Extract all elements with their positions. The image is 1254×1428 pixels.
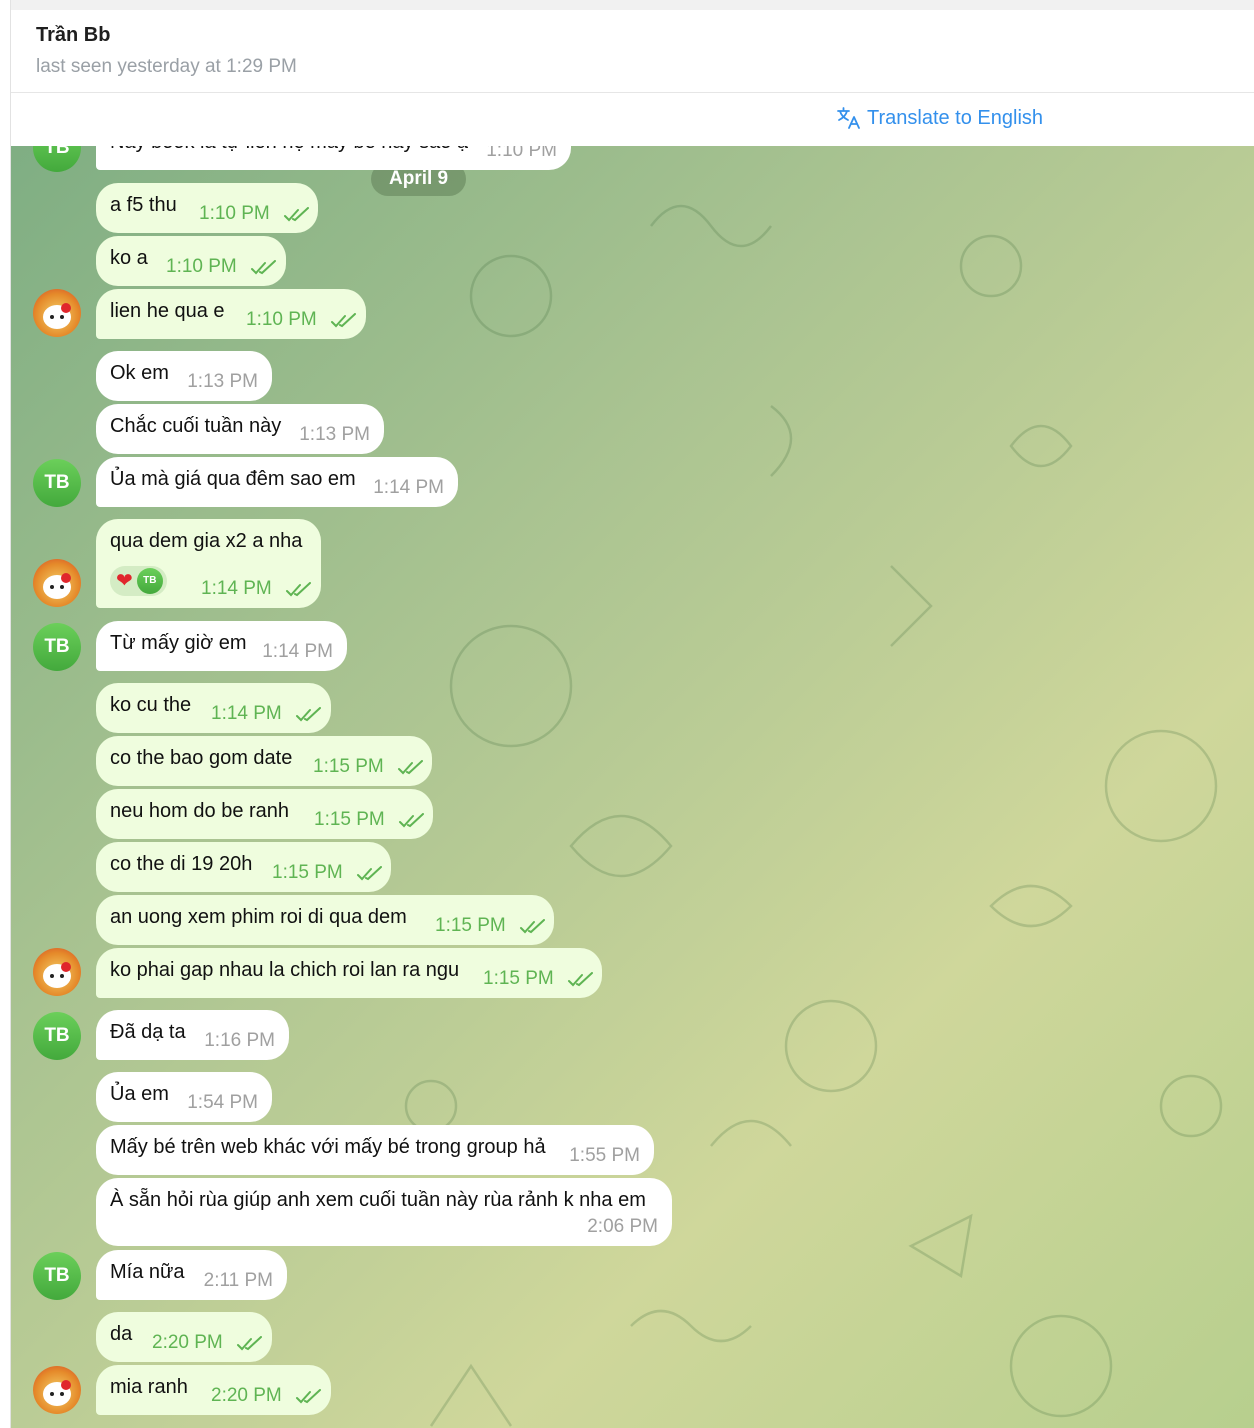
message-text: Ủa em	[110, 1083, 169, 1105]
avatar-tb[interactable]: TB	[33, 459, 81, 507]
message-text: Ok em	[110, 362, 169, 384]
message-time: 1:15 PM	[435, 915, 506, 936]
translate-bar: Translate to English	[11, 93, 1254, 146]
read-checkmarks-icon	[520, 919, 545, 934]
window-top-strip	[0, 0, 1254, 10]
message-time: 1:15 PM	[483, 968, 554, 989]
message-text: da	[110, 1323, 133, 1345]
message-time: 1:14 PM	[201, 578, 272, 599]
message-bubble[interactable]: an uong xem phim roi di qua dem 1:15 PM	[96, 895, 554, 945]
message-text: co the di 19 20h	[110, 853, 253, 875]
message-time: 1:10 PM	[486, 146, 557, 161]
message-bubble[interactable]: Này book là tự liên hệ mấy bé hay sao ạ …	[96, 146, 571, 170]
avatar-tb[interactable]: TB	[33, 623, 81, 671]
message-text: Đã dạ ta	[110, 1021, 186, 1043]
message-time: 1:14 PM	[262, 641, 333, 662]
avatar-self[interactable]	[33, 559, 81, 607]
read-checkmarks-icon	[237, 1336, 262, 1351]
message-bubble[interactable]: À sẵn hỏi rùa giúp anh xem cuối tuần này…	[96, 1178, 672, 1246]
message-text: neu hom do be ranh	[110, 800, 290, 822]
message-text: ko a	[110, 247, 148, 269]
reaction-user-avatar: TB	[136, 568, 163, 594]
message-time: 1:15 PM	[313, 756, 384, 777]
message-bubble[interactable]: mia ranh 2:20 PM	[96, 1365, 331, 1415]
message-bubble[interactable]: Ủa mà giá qua đêm sao em 1:14 PM	[96, 457, 458, 507]
translate-button[interactable]: Translate to English	[835, 105, 1043, 131]
message-bubble[interactable]: Đã dạ ta 1:16 PM	[96, 1010, 289, 1060]
message-time: 1:13 PM	[299, 424, 370, 445]
chat-area[interactable]: April 9 TB Này book là tự liên hệ mấy bé…	[11, 146, 1254, 1428]
avatar-self[interactable]	[33, 948, 81, 996]
message-bubble[interactable]: lien he qua e 1:10 PM	[96, 289, 366, 339]
message-time: 1:16 PM	[204, 1030, 275, 1051]
message-text: Này book là tự liên hệ mấy bé hay sao ạ	[110, 146, 468, 154]
message-time: 1:10 PM	[246, 309, 317, 330]
message-bubble[interactable]: Từ mấy giờ em 1:14 PM	[96, 621, 347, 671]
message-time: 1:15 PM	[272, 862, 343, 883]
message-bubble[interactable]: qua dem gia x2 a nha ❤ TB 1:14 PM	[96, 519, 321, 608]
message-bubble[interactable]: Mía nữa 2:11 PM	[96, 1250, 287, 1300]
message-time: 2:06 PM	[587, 1216, 658, 1237]
message-time: 1:10 PM	[166, 256, 237, 277]
message-bubble[interactable]: ko a 1:10 PM	[96, 236, 286, 286]
message-time: 1:15 PM	[314, 809, 385, 830]
message-bubble[interactable]: neu hom do be ranh 1:15 PM	[96, 789, 433, 839]
contact-status: last seen yesterday at 1:29 PM	[36, 56, 297, 77]
translate-icon	[837, 107, 860, 129]
read-checkmarks-icon	[284, 207, 309, 222]
message-text: Chắc cuối tuần này	[110, 415, 282, 437]
message-text: qua dem gia x2 a nha	[110, 530, 303, 552]
message-bubble[interactable]: ko cu the 1:14 PM	[96, 683, 331, 733]
message-text: Từ mấy giờ em	[110, 632, 247, 654]
message-bubble[interactable]: a f5 thu 1:10 PM	[96, 183, 318, 233]
read-checkmarks-icon	[251, 260, 276, 275]
avatar-self[interactable]	[33, 289, 81, 337]
read-checkmarks-icon	[296, 707, 321, 722]
message-time: 1:10 PM	[199, 203, 270, 224]
message-text: À sẵn hỏi rùa giúp anh xem cuối tuần này…	[110, 1189, 646, 1211]
message-time: 2:20 PM	[211, 1385, 282, 1406]
message-text: ko phai gap nhau la chich roi lan ra ngu	[110, 959, 460, 981]
message-bubble[interactable]: co the bao gom date 1:15 PM	[96, 736, 432, 786]
read-checkmarks-icon	[286, 582, 311, 597]
message-text: lien he qua e	[110, 300, 225, 322]
message-text: mia ranh	[110, 1376, 188, 1398]
message-time: 1:14 PM	[373, 477, 444, 498]
message-bubble[interactable]: Mấy bé trên web khác với mấy bé trong gr…	[96, 1125, 654, 1175]
translate-label: Translate to English	[867, 106, 1044, 129]
message-time: 2:20 PM	[152, 1332, 223, 1353]
message-text: an uong xem phim roi di qua dem	[110, 906, 407, 928]
message-time: 1:55 PM	[569, 1145, 640, 1166]
message-bubble[interactable]: Ok em 1:13 PM	[96, 351, 272, 401]
read-checkmarks-icon	[331, 313, 356, 328]
message-text: a f5 thu	[110, 194, 177, 216]
message-text: co the bao gom date	[110, 747, 293, 769]
message-text: Mấy bé trên web khác với mấy bé trong gr…	[110, 1136, 546, 1158]
heart-reaction-icon: ❤	[116, 570, 133, 592]
message-bubble[interactable]: co the di 19 20h 1:15 PM	[96, 842, 391, 892]
read-checkmarks-icon	[296, 1389, 321, 1404]
message-time: 2:11 PM	[203, 1270, 273, 1291]
message-bubble[interactable]: da 2:20 PM	[96, 1312, 272, 1362]
contact-name[interactable]: Trần Bb	[36, 24, 110, 47]
message-bubble[interactable]: ko phai gap nhau la chich roi lan ra ngu…	[96, 948, 602, 998]
avatar-tb[interactable]: TB	[33, 1252, 81, 1300]
read-checkmarks-icon	[568, 972, 593, 987]
chat-header[interactable]: Trần Bb last seen yesterday at 1:29 PM	[11, 10, 1254, 93]
left-panel-edge	[0, 0, 11, 1428]
read-checkmarks-icon	[357, 866, 382, 881]
message-text: Ủa mà giá qua đêm sao em	[110, 468, 356, 490]
message-text: Mía nữa	[110, 1261, 185, 1283]
read-checkmarks-icon	[398, 760, 423, 775]
message-text: ko cu the	[110, 694, 192, 716]
avatar-self[interactable]	[33, 1366, 81, 1414]
message-bubble[interactable]: Ủa em 1:54 PM	[96, 1072, 272, 1122]
message-time: 1:54 PM	[187, 1092, 258, 1113]
message-time: 1:13 PM	[187, 371, 258, 392]
message-reactions[interactable]: ❤ TB	[110, 566, 167, 596]
message-time: 1:14 PM	[211, 703, 282, 724]
read-checkmarks-icon	[399, 813, 424, 828]
message-bubble[interactable]: Chắc cuối tuần này 1:13 PM	[96, 404, 384, 454]
avatar-tb[interactable]: TB	[33, 1012, 81, 1060]
